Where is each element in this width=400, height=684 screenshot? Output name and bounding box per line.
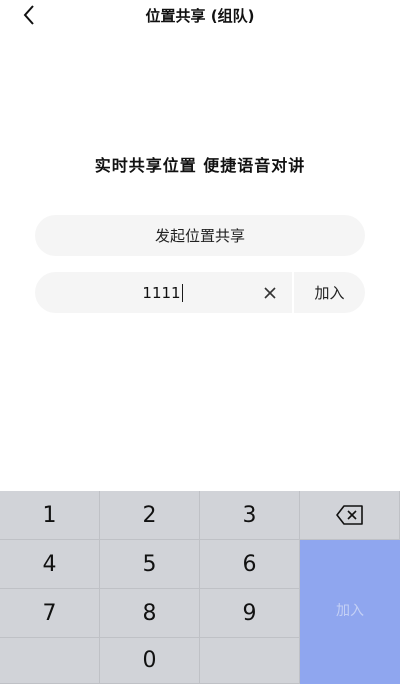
key-1[interactable]: 1 xyxy=(0,491,100,540)
key-4[interactable]: 4 xyxy=(0,540,100,589)
key-blank-left xyxy=(0,638,100,684)
start-sharing-button[interactable]: 发起位置共享 xyxy=(35,215,365,256)
join-button[interactable]: 加入 xyxy=(294,272,365,313)
slogan-text: 实时共享位置 便捷语音对讲 xyxy=(94,156,306,175)
nav-bar: 位置共享 (组队) xyxy=(0,0,400,30)
key-7[interactable]: 7 xyxy=(0,589,100,638)
key-8[interactable]: 8 xyxy=(100,589,200,638)
clear-input-button[interactable] xyxy=(259,282,281,304)
key-9[interactable]: 9 xyxy=(200,589,300,638)
page-title: 位置共享 (组队) xyxy=(145,7,255,25)
delete-key[interactable] xyxy=(300,491,400,540)
keypad-join-key[interactable]: 加入 xyxy=(300,540,400,684)
close-icon xyxy=(264,287,276,299)
team-code-value: 1111 xyxy=(142,283,181,302)
key-6[interactable]: 6 xyxy=(200,540,300,589)
location-share-screen: 位置共享 (组队) 实时共享位置 便捷语音对讲 发起位置共享 1111 加入 1… xyxy=(0,0,400,684)
team-code-input[interactable]: 1111 xyxy=(35,272,290,313)
key-blank-right xyxy=(200,638,300,684)
key-5[interactable]: 5 xyxy=(100,540,200,589)
join-row: 1111 加入 xyxy=(35,272,365,313)
key-3[interactable]: 3 xyxy=(200,491,300,540)
key-2[interactable]: 2 xyxy=(100,491,200,540)
backspace-icon xyxy=(335,505,363,525)
key-0[interactable]: 0 xyxy=(100,638,200,684)
numeric-keypad: 1 2 3 4 5 6 7 8 9 0 加入 xyxy=(0,491,400,684)
text-cursor xyxy=(181,283,183,302)
